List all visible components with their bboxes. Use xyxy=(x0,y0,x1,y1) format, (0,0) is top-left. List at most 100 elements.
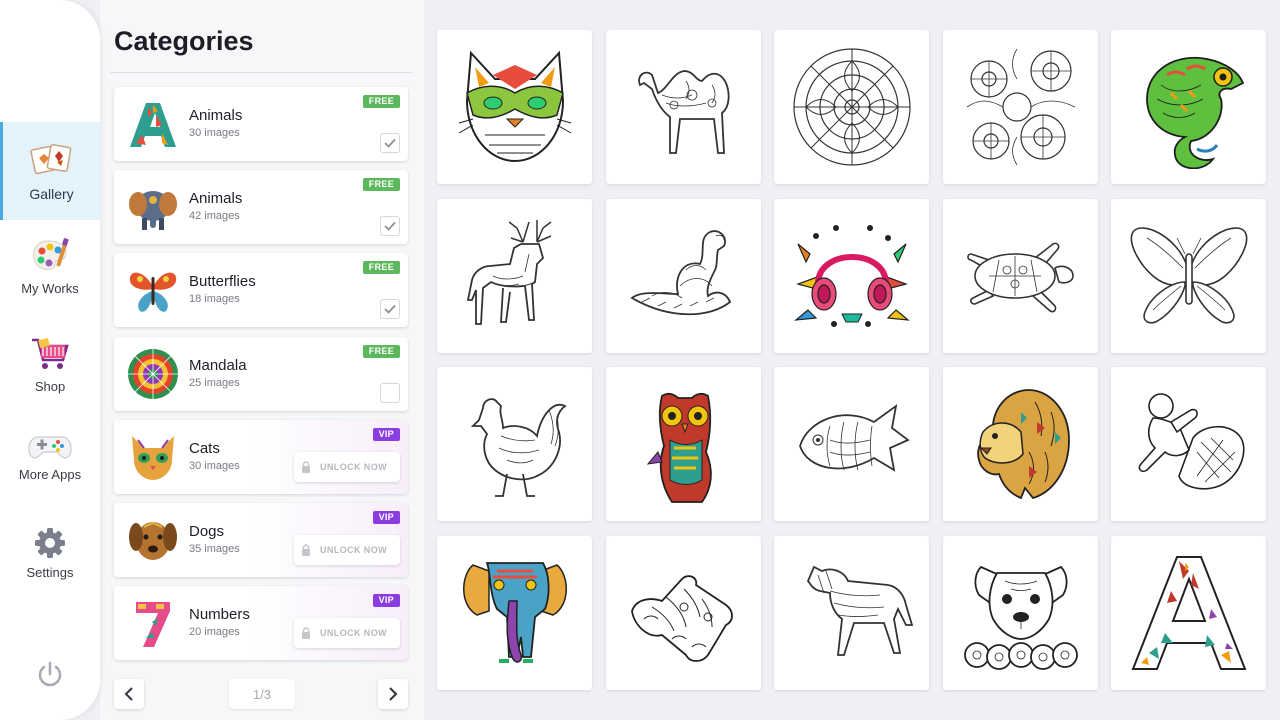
category-card-mandala[interactable]: Mandala 25 images FREE xyxy=(114,337,408,411)
gallery-tile-cupid[interactable] xyxy=(1111,367,1266,521)
category-card-numbers[interactable]: Numbers 20 images VIP UNLOCK NOW xyxy=(114,586,408,660)
free-badge: FREE xyxy=(362,95,400,108)
gallery-tile-letter-a[interactable] xyxy=(1111,536,1266,690)
gallery-tile-mandala[interactable] xyxy=(774,30,929,184)
category-card-animals[interactable]: Animals 30 images FREE xyxy=(114,87,408,161)
palette-icon xyxy=(33,237,69,270)
gallery-tile-fish[interactable] xyxy=(774,367,929,521)
camel-artwork xyxy=(637,70,730,154)
gamepad-icon xyxy=(28,435,72,458)
nav-settings-label: Settings xyxy=(26,564,74,580)
unlock-label: UNLOCK NOW xyxy=(320,545,387,555)
lion-artwork xyxy=(976,389,1070,500)
number-seven-thumbnail xyxy=(136,602,170,647)
cat-mask-artwork xyxy=(458,50,571,163)
gallery-tile-lion[interactable] xyxy=(943,367,1098,521)
vip-badge: VIP xyxy=(372,594,400,607)
gallery-tile-dog[interactable] xyxy=(943,536,1098,690)
nav-gallery[interactable]: Gallery xyxy=(0,122,100,220)
category-name: Numbers xyxy=(189,606,250,623)
checkmark-icon xyxy=(384,304,396,314)
gallery-tile-camel[interactable] xyxy=(606,30,761,184)
butterfly-artwork xyxy=(1130,227,1247,324)
elephant-artwork xyxy=(462,562,567,663)
lock-icon xyxy=(302,544,310,556)
flowers-artwork xyxy=(966,48,1075,166)
lock-icon xyxy=(302,461,310,473)
category-card-cats[interactable]: Cats 30 images VIP UNLOCK NOW xyxy=(114,420,408,494)
next-page-button[interactable] xyxy=(378,679,408,709)
category-name: Animals xyxy=(189,190,243,207)
nav-more-apps-label: More Apps xyxy=(18,466,82,482)
elephant-thumbnail xyxy=(129,191,177,230)
checkmark-icon xyxy=(384,138,396,148)
category-card-dogs[interactable]: Dogs 35 images VIP UNLOCK NOW xyxy=(114,503,408,577)
unlock-now-button[interactable]: UNLOCK NOW xyxy=(294,618,400,648)
category-count: 35 images xyxy=(189,543,240,555)
category-checkbox[interactable] xyxy=(380,216,400,236)
vip-badge: VIP xyxy=(372,428,400,441)
unlock-label: UNLOCK NOW xyxy=(320,462,387,472)
category-card-butterflies[interactable]: Butterflies 18 images FREE xyxy=(114,253,408,327)
gallery-tile-deer[interactable] xyxy=(437,199,592,353)
category-count: 42 images xyxy=(189,210,240,222)
butterfly-thumbnail xyxy=(129,272,177,312)
side-navigation: Gallery My Works Shop More Apps Settings xyxy=(0,0,100,720)
power-icon[interactable] xyxy=(36,660,64,688)
gallery-tile-cat-mask[interactable] xyxy=(437,30,592,184)
category-checkbox[interactable] xyxy=(380,299,400,319)
gallery-tile-elephant[interactable] xyxy=(437,536,592,690)
turtle-artwork xyxy=(966,242,1074,313)
free-badge: FREE xyxy=(362,178,400,191)
gallery-tile-chameleon[interactable] xyxy=(1111,30,1266,184)
category-count: 30 images xyxy=(189,127,240,139)
gallery-tile-hands[interactable] xyxy=(606,536,761,690)
page-indicator: 1/3 xyxy=(229,679,295,709)
page-title: Categories xyxy=(114,26,254,56)
letter-a-artwork xyxy=(1131,556,1246,670)
fish-artwork xyxy=(798,403,910,472)
category-checkbox[interactable] xyxy=(380,383,400,403)
free-badge: FREE xyxy=(362,345,400,358)
category-card-animals-2[interactable]: Animals 42 images FREE xyxy=(114,170,408,244)
shopping-cart-icon xyxy=(32,337,69,369)
categories-panel: Categories Animals 30 images FREE Animal… xyxy=(100,0,424,720)
unlock-now-button[interactable]: UNLOCK NOW xyxy=(294,535,400,565)
unlock-now-button[interactable]: UNLOCK NOW xyxy=(294,452,400,482)
gallery-tile-headphones[interactable] xyxy=(774,199,929,353)
gallery-tile-flowers[interactable] xyxy=(943,30,1098,184)
category-checkbox[interactable] xyxy=(380,133,400,153)
nav-settings[interactable]: Settings xyxy=(0,520,100,586)
nav-gallery-label: Gallery xyxy=(29,186,74,202)
gallery-tile-owl[interactable] xyxy=(606,367,761,521)
divider xyxy=(110,72,413,73)
cat-thumbnail xyxy=(132,436,174,480)
category-name: Cats xyxy=(189,440,220,457)
chevron-right-icon xyxy=(389,687,398,701)
category-name: Butterflies xyxy=(189,273,256,290)
category-name: Mandala xyxy=(189,357,247,374)
chameleon-artwork xyxy=(1145,56,1244,169)
gear-icon xyxy=(35,527,65,558)
gallery-tile-swan[interactable] xyxy=(606,199,761,353)
category-count: 25 images xyxy=(189,377,240,389)
previous-page-button[interactable] xyxy=(114,679,144,709)
gallery-tile-horse[interactable] xyxy=(774,536,929,690)
gallery-grid xyxy=(424,0,1280,720)
nav-my-works[interactable]: My Works xyxy=(0,228,100,304)
horse-artwork xyxy=(806,565,913,656)
nav-shop[interactable]: Shop xyxy=(0,326,100,402)
owl-artwork xyxy=(646,392,712,503)
hands-artwork xyxy=(630,575,733,662)
gallery-tile-rooster[interactable] xyxy=(437,367,592,521)
category-name: Dogs xyxy=(189,523,225,540)
unlock-label: UNLOCK NOW xyxy=(320,628,387,638)
nav-more-apps[interactable]: More Apps xyxy=(0,422,100,490)
cupid-artwork xyxy=(1138,393,1245,490)
mandala-thumbnail xyxy=(128,349,178,399)
mandala-artwork xyxy=(792,48,911,166)
checkmark-icon xyxy=(384,221,396,231)
gallery-tile-turtle[interactable] xyxy=(943,199,1098,353)
gallery-tile-butterfly[interactable] xyxy=(1111,199,1266,353)
letter-a-thumbnail xyxy=(130,103,176,147)
